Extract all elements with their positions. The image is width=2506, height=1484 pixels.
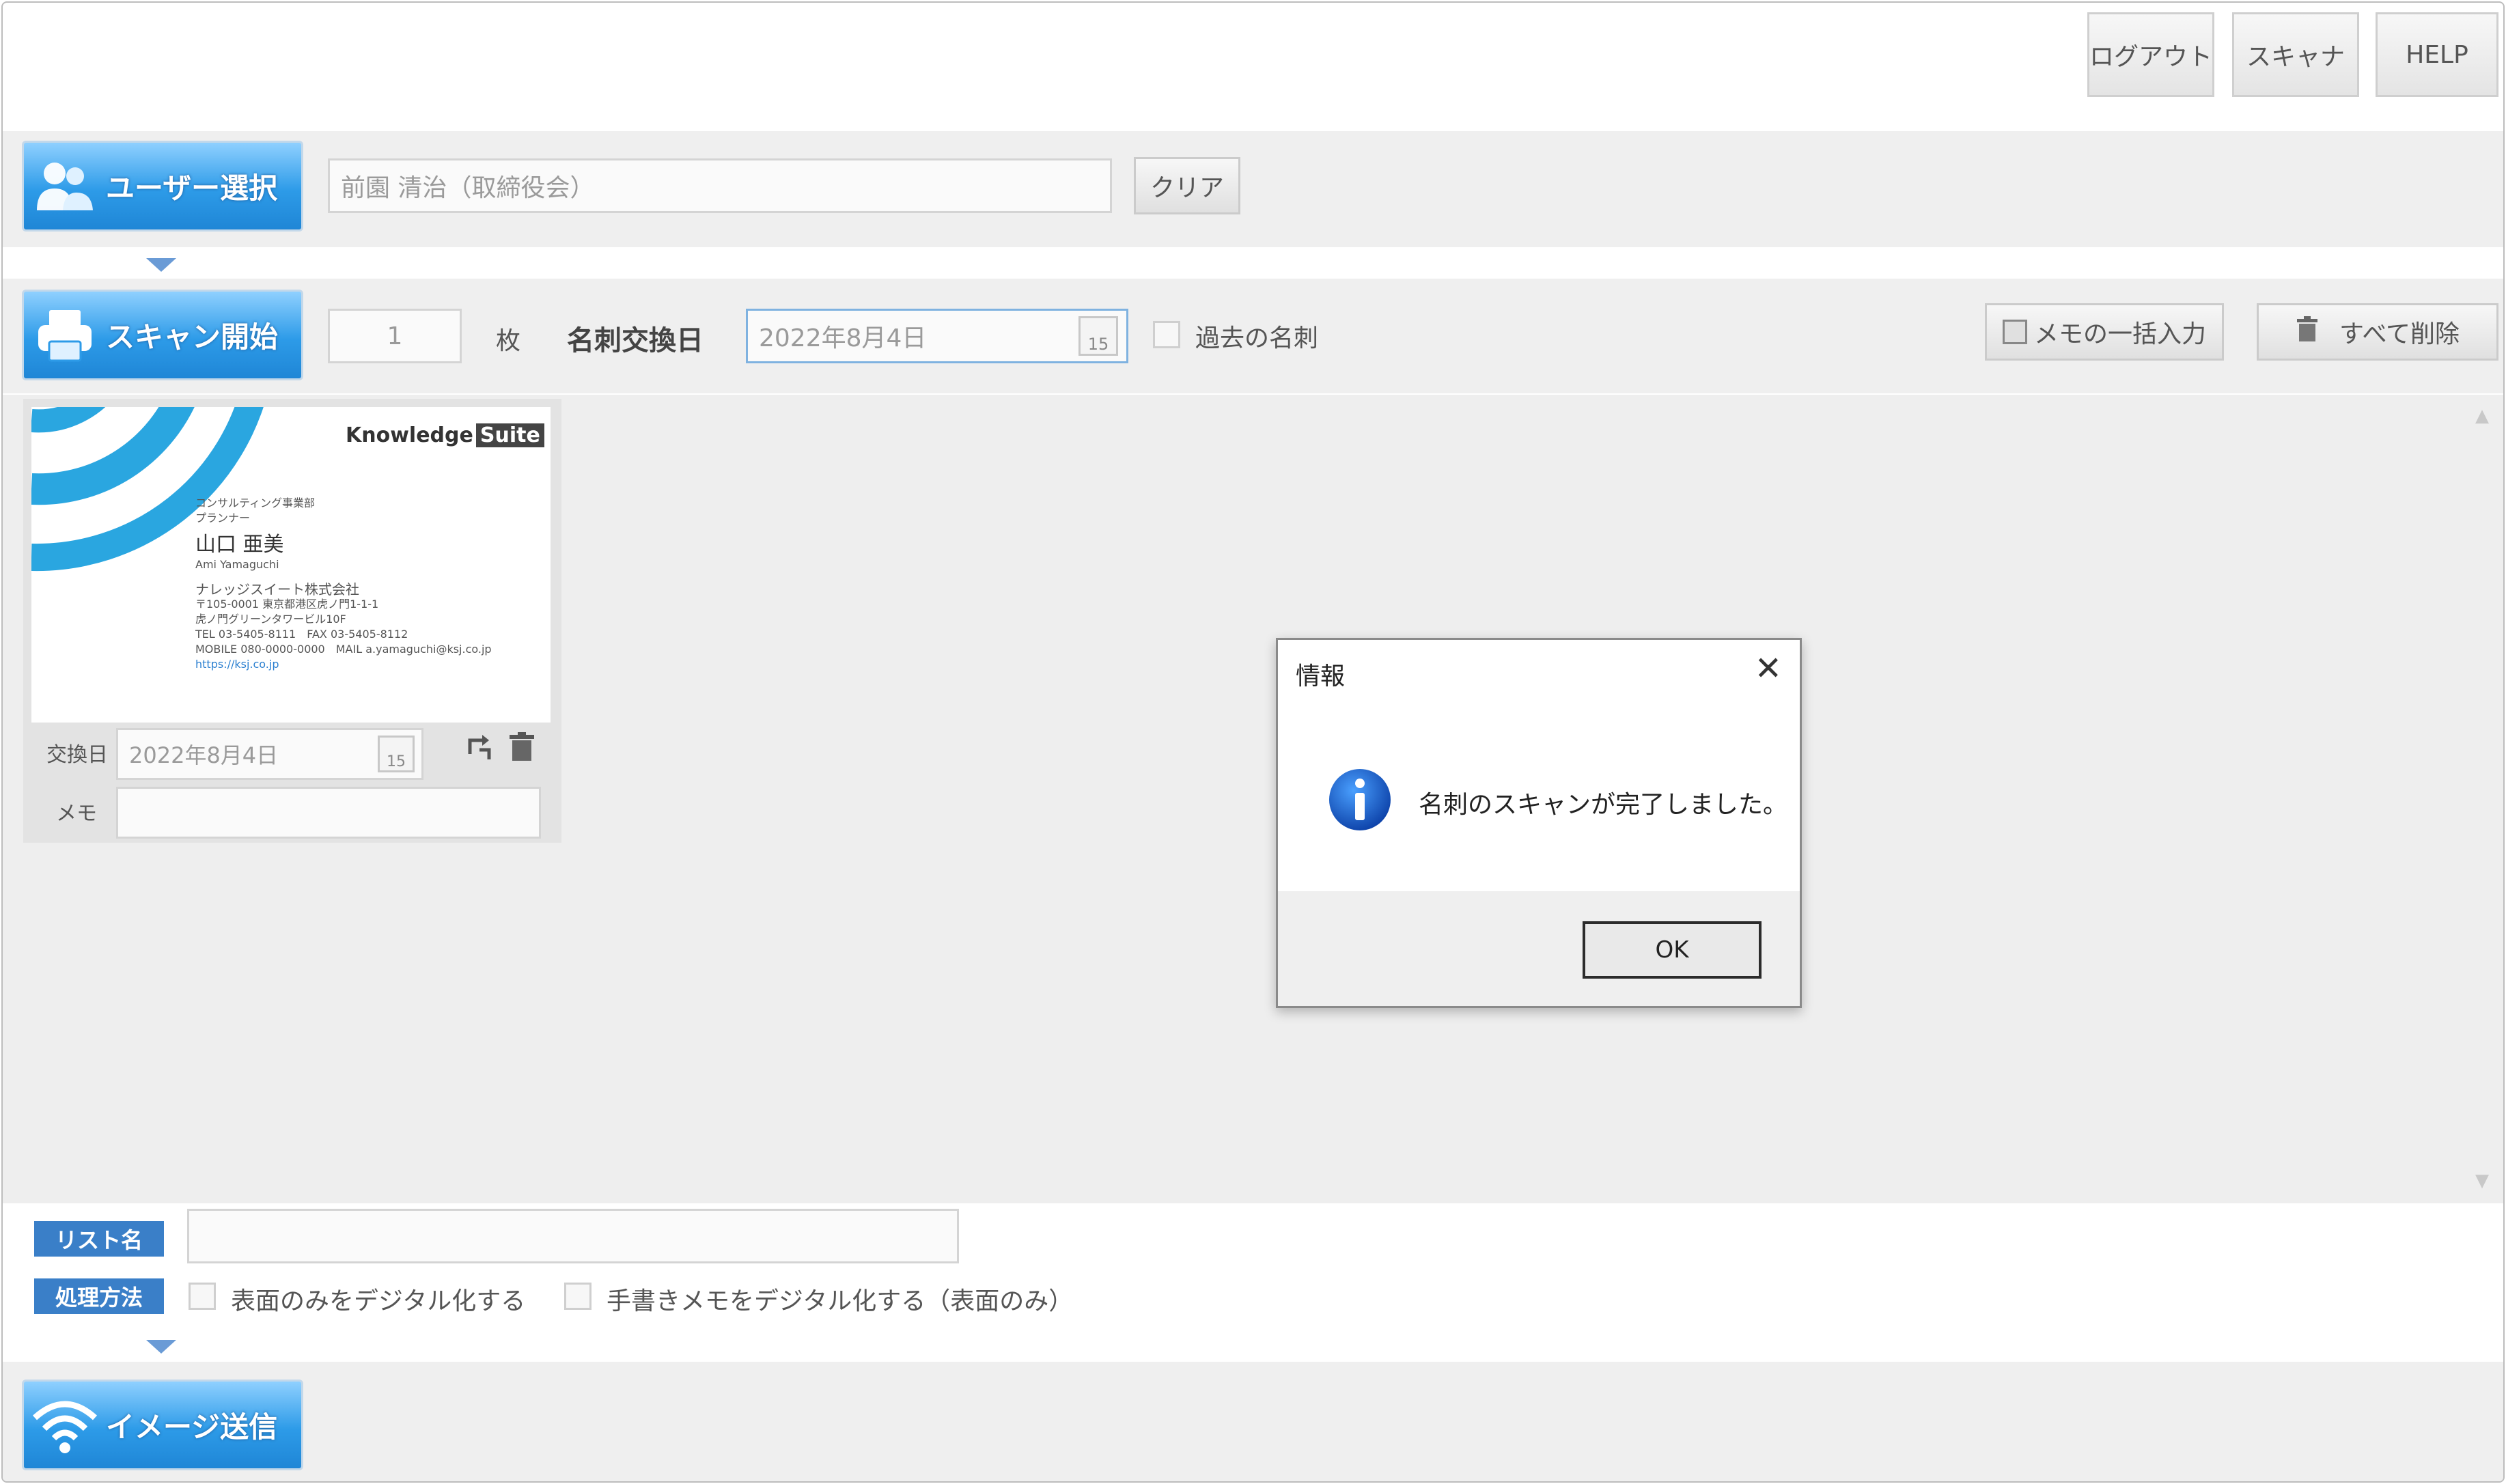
rotate-icon[interactable] [466,733,495,765]
ok-button[interactable]: OK [1583,921,1762,979]
help-button[interactable]: HELP [2376,12,2498,97]
card-calendar-icon[interactable]: 15 [378,736,415,772]
delete-all-label: すべて削除 [2339,320,2460,348]
memo-bulk-button[interactable]: メモの一括入力 [1985,303,2224,361]
scan-start-label: スキャン開始 [106,320,279,354]
card-memo-input[interactable] [116,787,541,839]
card-text: コンサルティング事業部 プランナー 山口 亜美 Ami Yamaguchi ナレ… [195,496,492,671]
card-exchange-date-input[interactable]: 2022年8月4日 15 [116,728,423,780]
user-select-button[interactable]: ユーザー選択 [22,141,303,232]
scrollbar[interactable]: ▲ ▼ [2475,406,2496,1191]
user-select-label: ユーザー選択 [106,171,278,205]
scanner-button[interactable]: スキャナ [2232,12,2359,97]
delete-all-button[interactable]: すべて削除 [2257,303,2498,361]
trash-icon [2296,316,2319,348]
card-exchange-date-value: 2022年8月4日 [129,742,279,768]
card-tile: Knowledge Suite コンサルティング事業部 プランナー 山口 亜美 A… [23,399,561,843]
exchange-date-value: 2022年8月4日 [759,324,927,352]
info-icon [1327,767,1393,832]
dialog-message: 名刺のスキャンが完了しました。 [1419,791,1788,819]
clear-button[interactable]: クリア [1134,157,1240,214]
image-send-button[interactable]: イメージ送信 [22,1380,303,1470]
front-only-checkbox[interactable] [189,1283,216,1310]
list-name-tag: リスト名 [34,1221,164,1257]
dialog-title: 情報 [1296,662,1346,690]
info-dialog: 情報 ✕ 名刺のスキャンが完了しました。 OK [1276,638,1802,1008]
printer-icon [24,305,106,366]
memo-icon [2002,320,2027,344]
card-image[interactable]: Knowledge Suite コンサルティング事業部 プランナー 山口 亜美 A… [31,407,551,723]
scan-count-input[interactable]: 1 [328,309,462,363]
wifi-icon [24,1395,106,1456]
calendar-icon[interactable]: 15 [1078,316,1118,356]
separator [3,1321,2503,1359]
logout-button[interactable]: ログアウト [2087,12,2214,97]
user-name-field[interactable]: 前園 清治（取締役会） [328,158,1112,213]
front-only-label: 表面のみをデジタル化する [231,1287,526,1315]
send-band [3,1362,2503,1481]
exchange-date-input[interactable]: 2022年8月4日 15 [746,309,1128,363]
image-send-label: イメージ送信 [106,1410,278,1444]
app-window: ログアウト スキャナ HELP ユーザー選択 前園 清治（取締役会） クリア ス… [1,1,2505,1483]
step-arrow-icon [146,1340,176,1354]
count-unit: 枚 [496,327,521,355]
users-icon [24,156,106,217]
handwritten-memo-label: 手書きメモをデジタル化する（表面のみ） [607,1287,1074,1315]
past-cards-label: 過去の名刺 [1195,324,1319,352]
card-exchange-label: 交換日 [46,743,108,767]
card-brand: Knowledge Suite [346,423,544,447]
exchange-date-label: 名刺交換日 [567,325,704,356]
memo-bulk-label: メモの一括入力 [2033,320,2206,348]
scan-start-button[interactable]: スキャン開始 [22,290,303,380]
method-tag: 処理方法 [34,1278,164,1314]
handwritten-memo-checkbox[interactable] [564,1283,591,1310]
list-name-input[interactable] [187,1209,959,1263]
card-trash-icon[interactable] [508,732,535,765]
step-arrow-icon [146,258,176,272]
past-cards-checkbox[interactable] [1153,321,1180,348]
card-memo-label: メモ [56,802,97,826]
close-icon[interactable]: ✕ [1755,652,1782,685]
